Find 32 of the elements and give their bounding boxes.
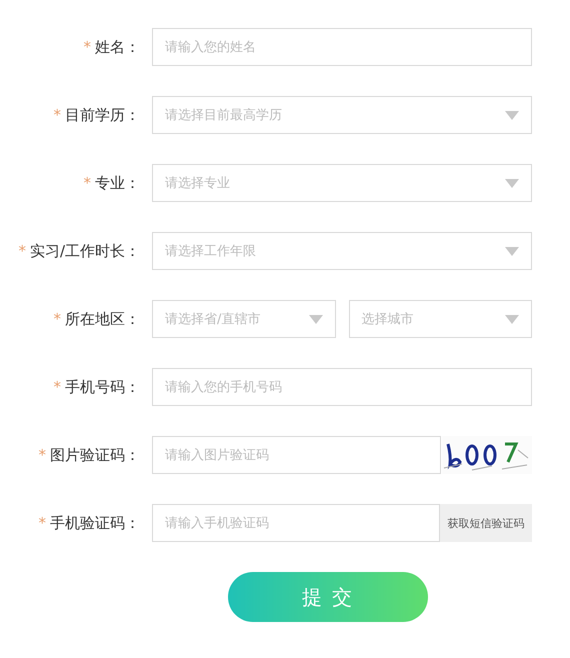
select-field[interactable]: 请选择目前最高学历 [152,96,532,134]
input-field[interactable]: 请输入手机验证码 [152,504,440,542]
required-mark: * [38,446,46,464]
select-field[interactable]: 选择城市 [348,300,532,338]
caret-icon [505,314,519,324]
field-label: 手机验证码： [50,514,140,532]
select-field[interactable]: 请选择专业 [152,164,532,202]
required-mark: * [18,242,26,260]
select-field[interactable]: 请选择省/直辖市 [152,300,336,338]
required-mark: * [84,174,91,192]
required-mark: * [54,310,61,328]
caret-icon [505,178,519,188]
field-label: 目前学历： [65,106,140,124]
required-mark: * [54,106,61,124]
field-label: 手机号码： [65,378,140,396]
required-mark: * [38,514,46,532]
select-field[interactable]: 请选择工作年限 [152,232,532,270]
required-mark: * [84,38,91,56]
sms-code-button[interactable]: 获取短信验证码 [440,504,532,542]
input-field[interactable]: 请输入您的手机号码 [152,368,532,406]
caret-icon [308,314,322,324]
input-field[interactable]: 请输入图片验证码 [152,436,441,474]
field-label: 专业： [95,174,140,192]
field-label: 图片验证码： [50,446,140,464]
input-field[interactable]: 请输入您的姓名 [152,28,532,66]
field-label: 姓名： [95,38,140,56]
required-mark: * [54,378,61,396]
caret-icon [505,110,519,120]
submit-button[interactable]: 提 交 [228,572,428,622]
field-label: 所在地区： [65,310,140,328]
caret-icon [505,246,519,256]
field-label: 实习/工作时长： [30,242,140,260]
